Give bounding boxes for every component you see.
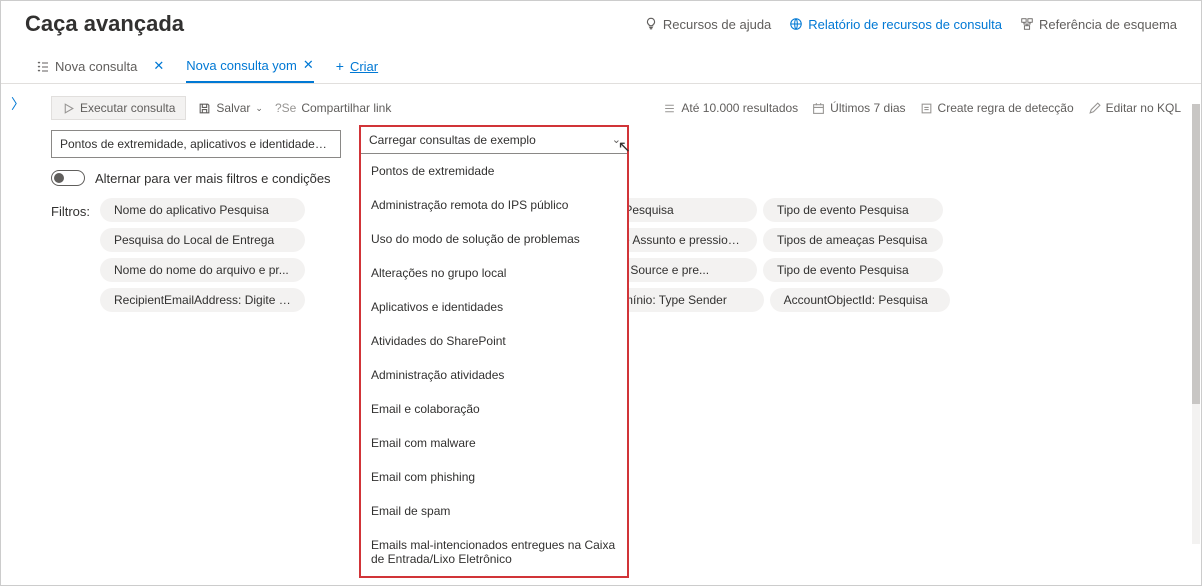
filter-chip[interactable]: AccountObjectId: Pesquisa: [770, 288, 950, 312]
dropdown-item[interactable]: Administração remota do IPS público: [361, 188, 627, 222]
filter-chip[interactable]: Pesquisa do Local de Entrega: [100, 228, 305, 252]
schema-icon: [1020, 17, 1034, 31]
tabs: Nova consulta ✕ Nova consulta yom ✕ + Cr…: [1, 43, 1201, 84]
dropdown-item[interactable]: Email de spam: [361, 494, 627, 528]
query-icon: [37, 60, 49, 72]
schema-reference-link[interactable]: Referência de esquema: [1020, 17, 1177, 32]
query-source-input[interactable]: Pontos de extremidade, aplicativos e ide…: [51, 130, 341, 158]
scrollbar[interactable]: [1192, 104, 1200, 544]
filter-chip[interactable]: Tipos de ameaças Pesquisa: [763, 228, 943, 252]
list-icon: [663, 102, 676, 115]
filter-chip[interactable]: Tipo de evento Pesquisa: [763, 258, 943, 282]
sample-queries-dropdown: Carregar consultas de exemplo ⌄ ↖ Pontos…: [359, 125, 629, 578]
dropdown-item[interactable]: Email com malware: [361, 426, 627, 460]
dropdown-item[interactable]: Uso do modo de solução de problemas: [361, 222, 627, 256]
sidebar-toggle[interactable]: 〉: [1, 84, 35, 570]
create-detection-rule[interactable]: Create regra de detecção: [920, 101, 1074, 115]
page-title: Caça avançada: [25, 11, 184, 37]
dropdown-item[interactable]: Email com phishing: [361, 460, 627, 494]
chevron-down-icon: ⌄: [255, 103, 263, 114]
scroll-thumb[interactable]: [1192, 104, 1200, 404]
dropdown-item[interactable]: Atividades do SharePoint: [361, 324, 627, 358]
dropdown-item[interactable]: Aplicativos e identidades: [361, 290, 627, 324]
dropdown-selected[interactable]: Carregar consultas de exemplo ⌄ ↖: [361, 127, 627, 154]
cursor-icon: ↖: [618, 137, 631, 157]
query-resource-report-link[interactable]: Relatório de recursos de consulta: [789, 17, 1002, 32]
edit-in-kql[interactable]: Editar no KQL: [1088, 101, 1181, 115]
help-resources-link[interactable]: Recursos de ajuda: [644, 17, 771, 32]
lightbulb-icon: [644, 17, 658, 31]
share-link-button[interactable]: ?Se Compartilhar link: [275, 101, 391, 115]
filter-chip[interactable]: Nome do aplicativo Pesquisa: [100, 198, 305, 222]
body: 〉 Executar consulta Salvar ⌄ ?Se Compart…: [1, 84, 1201, 570]
tab-new-query-2[interactable]: Nova consulta yom ✕: [186, 57, 313, 83]
results-limit[interactable]: Até 10.000 resultados: [663, 101, 798, 115]
header-links: Recursos de ajuda Relatório de recursos …: [644, 17, 1177, 32]
play-icon: [62, 102, 75, 115]
filter-chip[interactable]: RecipientEmailAddress: Digite Rec...: [100, 288, 305, 312]
toggle-label: Alternar para ver mais filtros e condiçõ…: [95, 171, 331, 186]
filter-chip-grid: Nome do aplicativo Pesquisa me: Pesquisa…: [100, 198, 1181, 312]
page-header: Caça avançada Recursos de ajuda Relatóri…: [1, 1, 1201, 43]
tab-create[interactable]: + Criar: [336, 58, 378, 82]
main: Executar consulta Salvar ⌄ ?Se Compartil…: [35, 84, 1201, 570]
calendar-icon: [812, 102, 825, 115]
plus-icon: +: [336, 58, 344, 74]
date-range[interactable]: Últimos 7 dias: [812, 101, 905, 115]
content: Pontos de extremidade, aplicativos e ide…: [35, 130, 1195, 312]
edit-icon: [1088, 102, 1101, 115]
close-icon[interactable]: ✕: [303, 57, 314, 73]
save-button[interactable]: Salvar ⌄: [198, 101, 263, 115]
filter-chip[interactable]: Tipo de evento Pesquisa: [763, 198, 943, 222]
close-icon[interactable]: ✕: [153, 58, 164, 74]
globe-icon: [789, 17, 803, 31]
save-icon: [198, 102, 211, 115]
rule-icon: [920, 102, 933, 115]
filters-label: Filtros:: [51, 198, 90, 219]
dropdown-item[interactable]: Alterações no grupo local: [361, 256, 627, 290]
dropdown-item[interactable]: Administração atividades: [361, 358, 627, 392]
dropdown-item[interactable]: Emails mal-intencionados entregues na Ca…: [361, 528, 627, 576]
tab-new-query-1[interactable]: Nova consulta ✕: [37, 58, 164, 82]
run-query-button[interactable]: Executar consulta: [51, 96, 186, 120]
dropdown-item[interactable]: Pontos de extremidade: [361, 154, 627, 188]
chevron-right-icon: 〉: [11, 94, 25, 570]
dropdown-item[interactable]: Email e colaboração: [361, 392, 627, 426]
filter-chip[interactable]: Nome do nome do arquivo e pr...: [100, 258, 305, 282]
more-filters-toggle[interactable]: [51, 170, 85, 186]
